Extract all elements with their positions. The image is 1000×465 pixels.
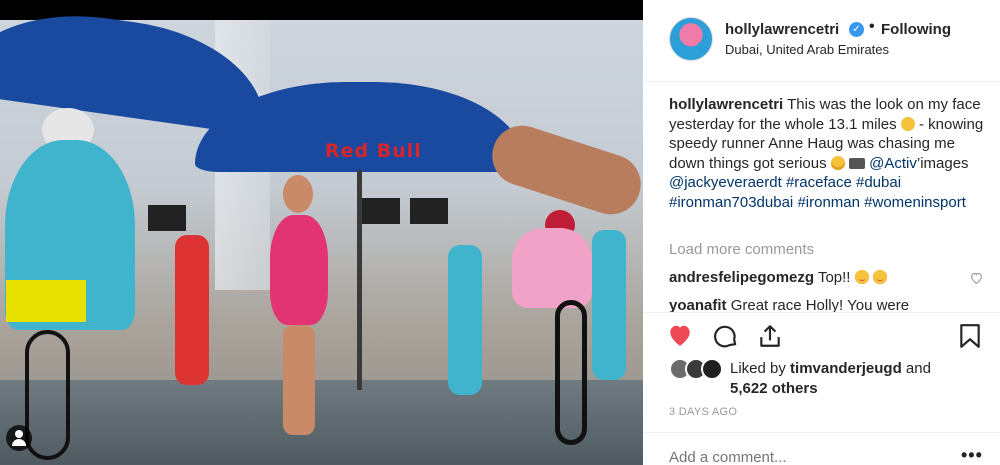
comment-username[interactable]: yoanafit xyxy=(669,297,727,313)
user-tag-icon[interactable] xyxy=(6,425,32,451)
hashtag-link[interactable]: #womeninsport xyxy=(864,194,966,211)
runner-head xyxy=(283,175,313,213)
more-options-icon[interactable]: ••• xyxy=(961,445,983,465)
share-icon[interactable] xyxy=(757,323,785,351)
post-sidebar: hollylawrencetri ✓ • Following Dubai, Un… xyxy=(643,0,1000,465)
comment-icon[interactable] xyxy=(713,323,741,351)
post-header: hollylawrencetri ✓ • Following Dubai, Un… xyxy=(643,0,1000,82)
bike-number-plate xyxy=(6,280,86,322)
hashtag-link[interactable]: #ironman xyxy=(797,194,860,211)
add-comment-input[interactable] xyxy=(669,449,929,465)
caption-text: ’images xyxy=(916,154,969,172)
spectator-arm xyxy=(484,117,643,223)
mention-link[interactable]: @jackyeveraerdt xyxy=(669,174,782,191)
hashtag-link[interactable]: #raceface xyxy=(786,174,852,191)
comment-like-heart-icon[interactable] xyxy=(970,272,983,285)
comment-item: yoanafit Great race Holly! You were xyxy=(669,297,969,313)
cyclist-pink xyxy=(512,228,592,308)
sign-board xyxy=(148,205,186,231)
avatar xyxy=(701,358,723,380)
dizzy-face-emoji-icon xyxy=(830,155,845,170)
header-username[interactable]: hollylawrencetri xyxy=(725,21,839,38)
camera-emoji-icon xyxy=(848,157,865,169)
action-bar xyxy=(643,312,1000,362)
separator-dot: • xyxy=(869,18,875,35)
sign-board xyxy=(362,198,400,224)
liked-by-and: and xyxy=(905,360,931,377)
post-caption: hollylawrencetri This was the look on my… xyxy=(669,95,991,213)
heart-filled-icon[interactable] xyxy=(667,323,695,351)
load-more-comments-button[interactable]: Load more comments xyxy=(669,241,814,258)
mention-link[interactable]: @Activ xyxy=(869,155,917,172)
heart-eyes-emoji-icon xyxy=(854,270,869,284)
bookmark-icon[interactable] xyxy=(959,323,987,351)
liked-by-text: Liked by timvanderjeugd and 5,622 others xyxy=(730,359,931,399)
hashtag-link[interactable]: #dubai xyxy=(856,174,901,191)
runner xyxy=(270,215,328,325)
liked-by-avatars[interactable] xyxy=(669,358,727,380)
comment-item: andresfelipegomezg Top!! xyxy=(669,269,969,286)
comment-username[interactable]: andresfelipegomezg xyxy=(669,269,814,286)
umbrella-brand-logo: Red Bull xyxy=(325,140,422,162)
comment-text: Great race Holly! You were xyxy=(730,297,910,313)
heart-eyes-emoji-icon xyxy=(872,270,887,284)
liked-by-prefix: Liked by xyxy=(730,360,786,377)
add-comment-bar: ••• xyxy=(643,432,1000,465)
sign-board xyxy=(410,198,448,224)
ground xyxy=(0,380,643,465)
location-link[interactable]: Dubai, United Arab Emirates xyxy=(725,42,889,57)
comment-text: Top!! xyxy=(817,269,851,286)
spectator xyxy=(592,230,626,380)
spectator xyxy=(175,235,209,385)
likes-count-link[interactable]: 5,622 others xyxy=(730,380,818,397)
verified-badge-icon: ✓ xyxy=(849,22,864,37)
following-button[interactable]: Following xyxy=(881,21,951,38)
laughing-emoji-icon xyxy=(900,116,915,131)
caption-username[interactable]: hollylawrencetri xyxy=(669,96,783,113)
avatar[interactable] xyxy=(669,17,713,61)
liked-by-user-link[interactable]: timvanderjeugd xyxy=(790,360,902,377)
post-timestamp[interactable]: 3 DAYS AGO xyxy=(669,406,737,418)
fat-bike xyxy=(555,300,587,445)
runner-legs xyxy=(283,325,315,435)
spectator xyxy=(448,245,482,395)
post-photo[interactable]: Red Bull xyxy=(0,0,643,465)
hashtag-link[interactable]: #ironman703dubai xyxy=(669,194,793,211)
